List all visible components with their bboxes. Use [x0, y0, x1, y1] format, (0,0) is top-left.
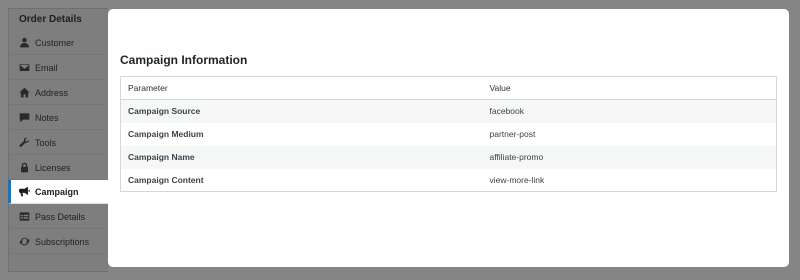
sidebar-item-licenses[interactable]: Licenses — [8, 156, 108, 180]
sidebar-item-address[interactable]: Address — [8, 81, 108, 105]
value-cell: facebook — [482, 99, 777, 123]
param-cell: Campaign Source — [120, 99, 483, 123]
campaign-panel: Campaign Information Parameter Value Cam… — [108, 9, 789, 267]
column-header-value: Value — [482, 76, 777, 100]
sidebar-item-label: Email — [35, 62, 58, 73]
sidebar-item-tools[interactable]: Tools — [8, 131, 108, 155]
sidebar-title: Order Details — [19, 14, 82, 25]
user-icon — [18, 37, 30, 49]
sidebar-item-label: Address — [35, 87, 69, 98]
value-cell: affiliate-promo — [482, 145, 777, 169]
sidebar-item-label: Tools — [35, 137, 57, 148]
lock-icon — [18, 162, 30, 174]
sidebar-item-label: Customer — [35, 37, 75, 48]
wrench-icon — [18, 137, 30, 149]
sidebar-item-label: Campaign — [35, 186, 79, 197]
value-cell: partner-post — [482, 122, 777, 146]
sidebar-item-pass-details[interactable]: Pass Details — [8, 205, 108, 229]
refresh-icon — [18, 236, 30, 248]
sidebar-item-subscriptions[interactable]: Subscriptions — [8, 230, 108, 254]
table-row: Campaign Name affiliate-promo — [120, 145, 777, 169]
column-header-parameter: Parameter — [120, 76, 483, 100]
param-cell: Campaign Medium — [120, 122, 483, 146]
sidebar-item-label: Notes — [35, 112, 59, 123]
sidebar-item-label: Subscriptions — [35, 236, 90, 247]
sidebar-item-label: Licenses — [35, 162, 71, 173]
sidebar-item-email[interactable]: Email — [8, 56, 108, 80]
table-row: Campaign Medium partner-post — [120, 122, 777, 146]
param-cell: Campaign Content — [120, 168, 483, 192]
comment-icon — [18, 112, 30, 124]
sidebar-item-label: Pass Details — [35, 211, 86, 222]
envelope-icon — [18, 62, 30, 74]
value-cell: view-more-link — [482, 168, 777, 192]
param-cell: Campaign Name — [120, 145, 483, 169]
table-row: Campaign Content view-more-link — [120, 168, 777, 192]
sidebar-item-notes[interactable]: Notes — [8, 106, 108, 130]
campaign-table: Parameter Value Campaign Source facebook… — [120, 76, 777, 192]
table-icon — [18, 211, 30, 223]
home-icon — [18, 87, 30, 99]
megaphone-icon — [18, 186, 30, 198]
section-title: Campaign Information — [120, 53, 248, 67]
sidebar-item-campaign[interactable]: Campaign — [8, 180, 108, 204]
table-row: Campaign Source facebook — [120, 99, 777, 123]
sidebar-item-customer[interactable]: Customer — [8, 31, 108, 55]
table-header-row: Parameter Value — [120, 76, 777, 100]
